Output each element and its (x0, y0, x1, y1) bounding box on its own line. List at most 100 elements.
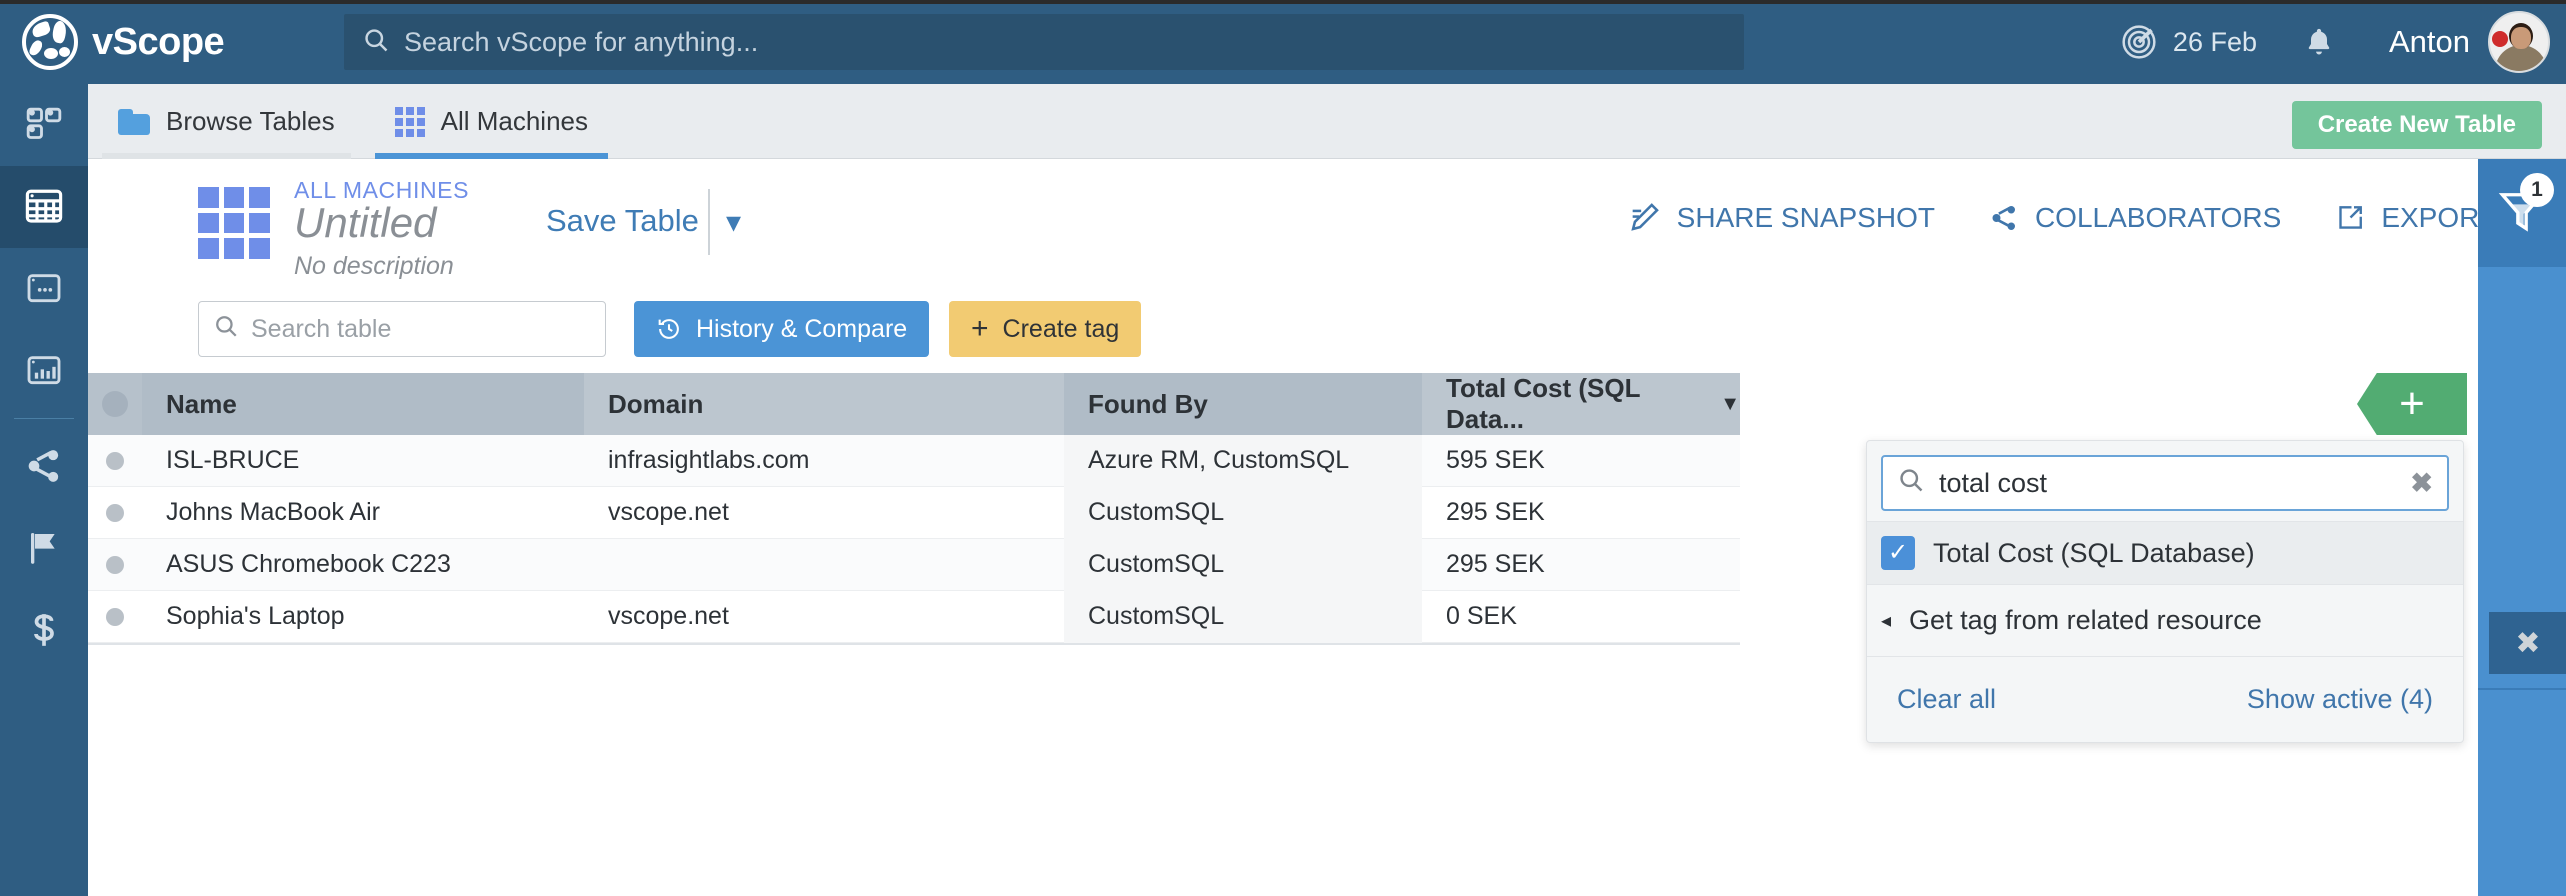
caret-left-icon: ◂ (1881, 610, 1892, 632)
column-label: Total Cost (SQL Data... (1446, 373, 1641, 434)
right-filter-rail (2478, 159, 2566, 896)
clear-all-link[interactable]: Clear all (1897, 684, 1996, 715)
tab-all-machines[interactable]: All Machines (365, 84, 618, 159)
column-picker-search-wrap: total cost ✖ (1867, 441, 2463, 521)
column-picker-option-label: Total Cost (SQL Database) (1933, 537, 2255, 568)
sidebar-item-reports[interactable] (0, 248, 88, 330)
cell-total-cost: 0 SEK (1446, 602, 1517, 630)
row-select-cell[interactable] (88, 435, 142, 487)
row-status-dot-icon (106, 607, 124, 626)
column-picker-search-input[interactable]: total cost ✖ (1881, 455, 2449, 511)
filter-rail-divider (2478, 688, 2566, 690)
history-compare-button[interactable]: History & Compare (634, 301, 930, 357)
caret-down-icon[interactable]: ▼ (1720, 393, 1740, 416)
column-header-found-by[interactable]: Found By (1064, 373, 1422, 435)
cell-found-by: CustomSQL (1064, 538, 1422, 591)
row-status-dot-icon (106, 555, 124, 574)
avatar[interactable] (2488, 11, 2550, 73)
share-snapshot-button[interactable]: SHARE SNAPSHOT (1627, 201, 1935, 235)
table-row[interactable]: Sophia's Laptop vscope.net CustomSQL 0 S… (88, 590, 1740, 643)
table-grid-icon (198, 187, 270, 259)
row-select-cell[interactable] (88, 487, 142, 539)
column-label: Name (166, 388, 237, 419)
show-active-link[interactable]: Show active (4) (2247, 684, 2433, 715)
top-header-bar: vScope Search vScope for anything... 26 … (0, 0, 2566, 84)
chevron-down-icon[interactable]: ▾ (726, 205, 741, 240)
filter-rail-header[interactable]: 1 (2478, 159, 2566, 267)
table-toolbar: Search table History & Compare + Create … (88, 289, 2566, 373)
tab-label: Browse Tables (166, 106, 335, 136)
grid-icon (394, 106, 425, 137)
brand-logo[interactable]: vScope (22, 14, 225, 70)
plus-icon: + (971, 312, 989, 345)
radar-date-item[interactable]: 26 Feb (2119, 22, 2257, 62)
action-label: COLLABORATORS (2034, 202, 2282, 233)
close-x-icon: ✖ (2515, 626, 2541, 660)
brand-name: vScope (92, 20, 225, 63)
bell-icon[interactable] (2303, 24, 2333, 60)
cell-found-by: CustomSQL (1064, 486, 1422, 539)
clear-x-icon[interactable]: ✖ (2410, 468, 2433, 499)
table-row[interactable]: ISL-BRUCE infrasightlabs.com Azure RM, C… (88, 434, 1740, 487)
table-header-row: Name Domain Found By Total Cost (SQL Dat… (88, 373, 1740, 435)
row-select-cell[interactable] (88, 591, 142, 643)
global-search-placeholder: Search vScope for anything... (404, 26, 759, 57)
table-row[interactable]: ASUS Chromebook C223 CustomSQL 295 SEK (88, 538, 1740, 591)
radar-icon (2119, 22, 2159, 62)
table-row[interactable]: Johns MacBook Air vscope.net CustomSQL 2… (88, 486, 1740, 539)
create-new-table-button[interactable]: Create New Table (2291, 101, 2542, 149)
cell-name: Sophia's Laptop (166, 602, 345, 630)
get-tag-from-related-resource[interactable]: ◂ Get tag from related resource (1867, 584, 2463, 656)
checkbox-checked-icon[interactable]: ✓ (1881, 536, 1915, 570)
sidebar-item-tables[interactable] (0, 166, 88, 248)
close-filter-button[interactable]: ✖ (2489, 612, 2566, 674)
global-search-input[interactable]: Search vScope for anything... (344, 14, 1744, 70)
select-all-dot-icon (102, 391, 128, 417)
related-resource-label: Get tag from related resource (1909, 605, 2262, 635)
tab-browse-tables[interactable]: Browse Tables (88, 84, 365, 159)
history-clock-icon (656, 316, 682, 342)
row-status-dot-icon (106, 503, 124, 522)
data-table: Name Domain Found By Total Cost (SQL Dat… (88, 373, 1740, 645)
search-table-input[interactable]: Search table (198, 301, 606, 357)
table-tab-bar: Browse Tables All Machines Create New Ta… (88, 84, 2566, 159)
row-select-cell[interactable] (88, 539, 142, 591)
column-label: Found By (1088, 388, 1208, 419)
cell-found-by: CustomSQL (1064, 590, 1422, 643)
table-title-row: ALL MACHINES Untitled No description Sav… (88, 159, 2566, 289)
column-header-name[interactable]: Name (142, 373, 584, 435)
user-name-label[interactable]: Anton (2389, 24, 2470, 60)
sidebar-divider (14, 418, 74, 419)
header-right-cluster: 26 Feb Anton (2119, 0, 2566, 84)
folder-icon (118, 108, 150, 135)
cell-domain: vscope.net (608, 602, 729, 630)
sidebar-item-costs[interactable] (0, 589, 88, 671)
sidebar-item-analytics[interactable] (0, 330, 88, 412)
page-title[interactable]: Untitled (294, 199, 436, 247)
create-tag-button[interactable]: + Create tag (949, 301, 1142, 357)
cell-total-cost: 595 SEK (1446, 446, 1545, 474)
cell-found-by: Azure RM, CustomSQL (1064, 434, 1422, 487)
search-table-placeholder: Search table (251, 314, 392, 343)
sidebar-item-integrations[interactable] (0, 425, 88, 507)
search-icon (1897, 466, 1925, 501)
dropdown-footer: Clear all Show active (4) (1867, 656, 2463, 742)
cell-total-cost: 295 SEK (1446, 498, 1545, 526)
select-all-cell[interactable] (88, 373, 142, 435)
column-header-domain[interactable]: Domain (584, 373, 1064, 435)
tab-label: All Machines (440, 106, 589, 136)
add-column-button[interactable]: + (2357, 373, 2467, 435)
collaborators-button[interactable]: COLLABORATORS (1989, 202, 2281, 234)
action-label: SHARE SNAPSHOT (1676, 202, 1935, 233)
plus-icon: + (2399, 379, 2425, 428)
column-header-total-cost[interactable]: Total Cost (SQL Data... ▼ (1422, 373, 1740, 435)
save-table-button[interactable]: Save Table (546, 203, 699, 239)
share-snapshot-icon (1627, 201, 1661, 235)
column-picker-dropdown: total cost ✖ ✓ Total Cost (SQL Database)… (1866, 440, 2464, 743)
column-picker-option[interactable]: ✓ Total Cost (SQL Database) (1867, 522, 2463, 584)
cell-domain: infrasightlabs.com (608, 446, 810, 474)
sidebar-item-dashboard[interactable] (0, 84, 88, 166)
page-description[interactable]: No description (294, 252, 454, 281)
cell-domain (584, 539, 1064, 591)
sidebar-item-issues[interactable] (0, 507, 88, 589)
